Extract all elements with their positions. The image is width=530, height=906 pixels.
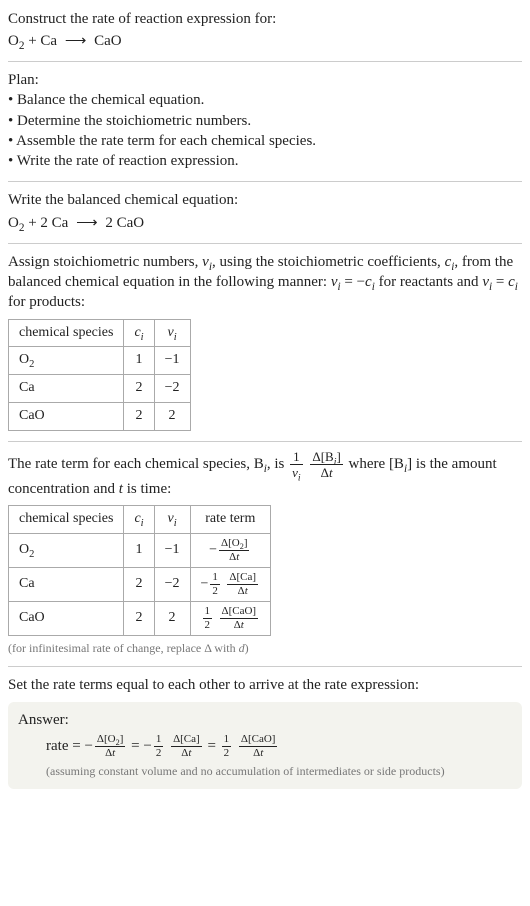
table-row: O2 1 −1 <box>9 347 191 375</box>
separator <box>8 181 522 182</box>
cell-vi: −2 <box>154 568 190 602</box>
balanced-section: Write the balanced chemical equation: O2… <box>8 186 522 239</box>
final-section: Set the rate terms equal to each other t… <box>8 671 522 795</box>
table-header-row: chemical species ci νi <box>9 319 191 347</box>
plan-bullet: • Assemble the rate term for each chemic… <box>8 131 522 151</box>
rate-term-text-pre: The rate term for each chemical species,… <box>8 456 264 472</box>
cell-vi: −1 <box>154 534 190 568</box>
final-title: Set the rate terms equal to each other t… <box>8 675 522 695</box>
page: Construct the rate of reaction expressio… <box>0 0 530 805</box>
cell-species: O2 <box>9 347 124 375</box>
cell-rate: −12 Δ[Ca]Δt <box>190 568 271 602</box>
rate-term-frac-coeff: 1 νi <box>290 450 303 479</box>
frac-num: 1 <box>290 450 303 465</box>
prompt-section: Construct the rate of reaction expressio… <box>8 6 522 57</box>
col-ci: ci <box>124 319 154 347</box>
balanced-title: Write the balanced chemical equation: <box>8 190 522 210</box>
cell-ci: 2 <box>124 568 154 602</box>
cell-ci: 1 <box>124 534 154 568</box>
cell-rate: −Δ[O2]Δt <box>190 534 271 568</box>
separator <box>8 441 522 442</box>
col-vi: νi <box>154 319 190 347</box>
cell-species: Ca <box>9 568 124 602</box>
col-ci: ci <box>124 506 154 534</box>
separator <box>8 61 522 62</box>
table-row: Ca 2 −2 −12 Δ[Ca]Δt <box>9 568 271 602</box>
rate-term-footnote: (for infinitesimal rate of change, repla… <box>8 640 522 656</box>
plan-bullet: • Determine the stoichiometric numbers. <box>8 111 522 131</box>
table-header-row: chemical species ci νi rate term <box>9 506 271 534</box>
col-rate: rate term <box>190 506 271 534</box>
cell-ci: 2 <box>124 403 154 431</box>
table-row: CaO 2 2 12 Δ[CaO]Δt <box>9 602 271 636</box>
rate-term-frac-dconc: Δ[Bi] Δt <box>310 450 342 479</box>
stoich-section: Assign stoichiometric numbers, νi, using… <box>8 248 522 437</box>
cell-ci: 2 <box>124 375 154 403</box>
frac-den: νi <box>290 465 303 479</box>
rate-term-section: The rate term for each chemical species,… <box>8 446 522 662</box>
separator <box>8 243 522 244</box>
cell-vi: −2 <box>154 375 190 403</box>
rate-term-text: The rate term for each chemical species,… <box>8 450 522 499</box>
rate-term-table: chemical species ci νi rate term O2 1 −1… <box>8 505 271 636</box>
rate-term-text-mid: , is <box>267 456 288 472</box>
cell-vi: 2 <box>154 403 190 431</box>
cell-rate: 12 Δ[CaO]Δt <box>190 602 271 636</box>
cell-vi: 2 <box>154 602 190 636</box>
cell-ci: 1 <box>124 347 154 375</box>
frac-den: Δt <box>310 465 342 479</box>
prompt-text: Construct the rate of reaction expressio… <box>8 10 522 30</box>
frac-num: Δ[Bi] <box>310 450 342 465</box>
col-species: chemical species <box>9 319 124 347</box>
table-row: O2 1 −1 −Δ[O2]Δt <box>9 534 271 568</box>
cell-ci: 2 <box>124 602 154 636</box>
cell-vi: −1 <box>154 347 190 375</box>
answer-box: Answer: rate = −Δ[O2]Δt = −12 Δ[Ca]Δt = … <box>8 702 522 789</box>
cell-species: CaO <box>9 403 124 431</box>
plan-section: Plan: • Balance the chemical equation. •… <box>8 66 522 177</box>
answer-note: (assuming constant volume and no accumul… <box>18 763 512 779</box>
table-row: Ca 2 −2 <box>9 375 191 403</box>
plan-bullet: • Balance the chemical equation. <box>8 90 522 110</box>
unbalanced-equation: O2 + Ca ⟶ CaO <box>8 32 522 52</box>
plan-bullet: • Write the rate of reaction expression. <box>8 151 522 171</box>
stoich-text: Assign stoichiometric numbers, νi, using… <box>8 252 522 313</box>
cell-species: O2 <box>9 534 124 568</box>
balanced-equation: O2 + 2 Ca ⟶ 2 CaO <box>8 213 522 233</box>
col-species: chemical species <box>9 506 124 534</box>
table-row: CaO 2 2 <box>9 403 191 431</box>
plan-title: Plan: <box>8 70 522 90</box>
cell-species: Ca <box>9 375 124 403</box>
answer-label: Answer: <box>18 710 512 730</box>
col-vi: νi <box>154 506 190 534</box>
answer-expression: rate = −Δ[O2]Δt = −12 Δ[Ca]Δt = 12 Δ[CaO… <box>18 734 512 759</box>
stoich-table: chemical species ci νi O2 1 −1 Ca 2 −2 C… <box>8 319 191 432</box>
cell-species: CaO <box>9 602 124 636</box>
separator <box>8 666 522 667</box>
